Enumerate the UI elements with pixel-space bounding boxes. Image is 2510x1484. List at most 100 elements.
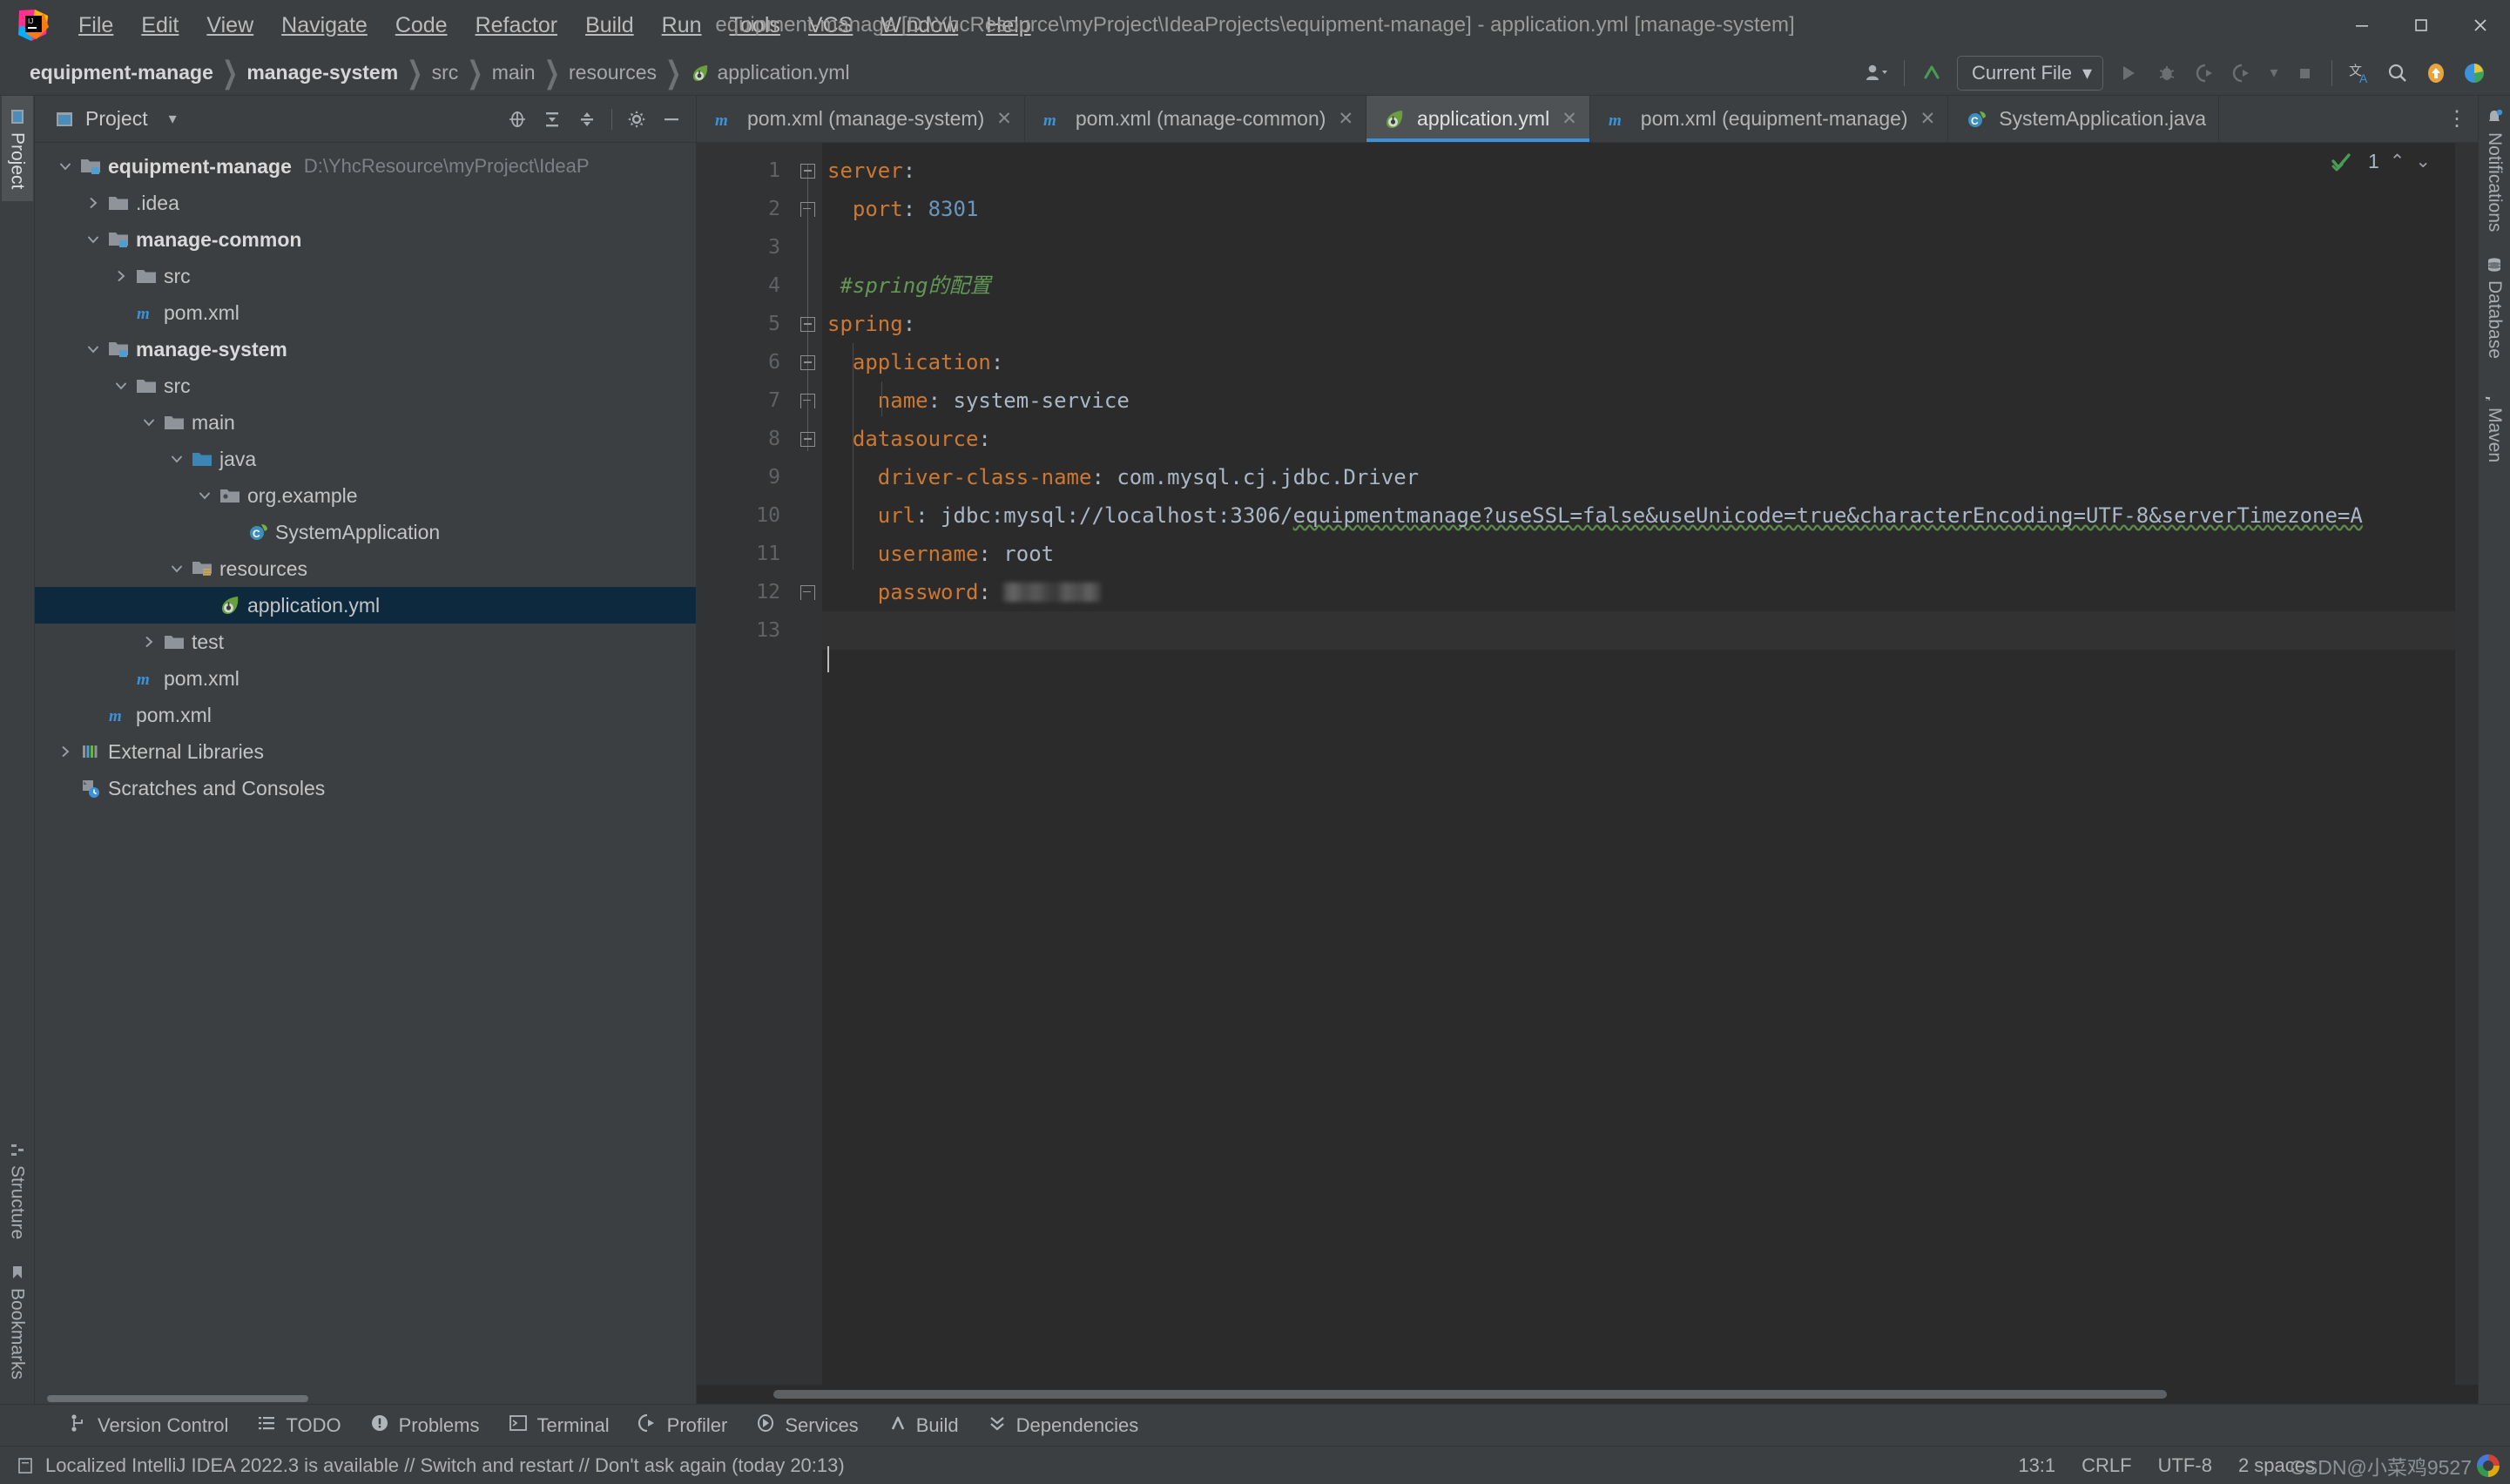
tool-window-button[interactable]: Version Control xyxy=(54,1408,242,1443)
maximize-button[interactable] xyxy=(2392,0,2451,51)
collapse-all-icon[interactable] xyxy=(571,104,603,135)
chevron-right-icon[interactable] xyxy=(110,268,132,284)
code-line[interactable]: application: xyxy=(822,343,2455,381)
tree-row[interactable]: External Libraries xyxy=(35,733,696,770)
tool-window-button[interactable]: Services xyxy=(741,1408,872,1443)
user-account-icon[interactable] xyxy=(1859,55,1895,91)
translate-icon[interactable]: 文 A xyxy=(2341,55,2378,91)
code-line[interactable]: datasource: xyxy=(822,420,2455,458)
breadcrumb-item-manage-system[interactable]: manage-system xyxy=(240,58,405,87)
tab-close-icon[interactable]: ✕ xyxy=(1558,108,1577,130)
locate-icon[interactable] xyxy=(502,104,533,135)
tree-row[interactable]: m pom.xml xyxy=(35,294,696,331)
code-line[interactable]: spring: xyxy=(822,305,2455,343)
menu-refactor[interactable]: Refactor xyxy=(462,8,571,44)
code-line[interactable]: name: system-service xyxy=(822,381,2455,420)
editor-tab[interactable]: m pom.xml (manage-common) ✕ xyxy=(1025,96,1367,142)
menu-run[interactable]: Run xyxy=(648,8,716,44)
fold-marker-icon[interactable] xyxy=(793,343,822,381)
line-separator[interactable]: CRLF xyxy=(2082,1454,2131,1477)
project-tree-horizontal-scrollbar[interactable] xyxy=(47,1395,308,1402)
indent-setting[interactable]: 2 spaces xyxy=(2238,1454,2315,1477)
fold-marker-icon[interactable] xyxy=(793,190,822,228)
profile-dropdown-icon[interactable]: ▾ xyxy=(2264,55,2284,91)
breadcrumb-item-equipment-manage[interactable]: equipment-manage xyxy=(23,58,220,87)
breadcrumb-item-resources[interactable]: resources xyxy=(562,58,664,87)
chevron-right-icon[interactable] xyxy=(54,744,77,759)
tree-row[interactable]: test xyxy=(35,624,696,660)
update-project-icon[interactable] xyxy=(1913,55,1950,91)
chevron-down-icon[interactable] xyxy=(138,415,160,430)
update-available-icon[interactable] xyxy=(2418,55,2454,91)
project-panel-title[interactable]: Project ▾ xyxy=(54,107,177,131)
run-icon[interactable] xyxy=(2110,55,2147,91)
tool-window-button[interactable]: Terminal xyxy=(494,1408,624,1443)
tree-row[interactable]: application.yml xyxy=(35,587,696,624)
tree-row[interactable]: Scratches and Consoles xyxy=(35,770,696,806)
chevron-down-icon[interactable] xyxy=(165,561,188,577)
tool-window-button[interactable]: Problems xyxy=(355,1408,494,1443)
editor-tab[interactable]: m pom.xml (manage-system) ✕ xyxy=(697,96,1025,142)
tree-row[interactable]: m pom.xml xyxy=(35,660,696,697)
sidebar-item-structure[interactable]: Structure xyxy=(2,1129,33,1251)
tree-row[interactable]: main xyxy=(35,404,696,441)
gear-icon[interactable] xyxy=(621,104,652,135)
run-configuration-selector[interactable]: Current File ▾ xyxy=(1957,55,2103,91)
tree-row[interactable]: m pom.xml xyxy=(35,697,696,733)
tab-close-icon[interactable]: ✕ xyxy=(993,108,1012,130)
tree-row[interactable]: equipment-manage D:\YhcResource\myProject… xyxy=(35,148,696,185)
menu-vcs[interactable]: VCS xyxy=(794,8,867,44)
breadcrumb-item-src[interactable]: src xyxy=(425,58,466,87)
fold-marker-icon[interactable] xyxy=(793,305,822,343)
caret-position[interactable]: 13:1 xyxy=(2018,1454,2055,1477)
chevron-down-icon[interactable] xyxy=(193,488,216,503)
code-line[interactable]: driver-class-name: com.mysql.cj.jdbc.Dri… xyxy=(822,458,2455,496)
chevron-down-icon[interactable] xyxy=(54,159,77,174)
chevron-down-icon[interactable]: ▾ xyxy=(159,110,177,128)
tool-window-button[interactable]: Profiler xyxy=(624,1408,742,1443)
minimize-button[interactable] xyxy=(2332,0,2392,51)
tree-row[interactable]: src xyxy=(35,368,696,404)
tree-row[interactable]: C SystemApplication xyxy=(35,514,696,550)
next-problem-button[interactable]: ⌄ xyxy=(2415,151,2431,172)
tab-close-icon[interactable]: ✕ xyxy=(1334,108,1353,130)
sidebar-item-notifications[interactable]: Notifications xyxy=(2479,96,2510,244)
main-menu[interactable]: File Edit View Navigate Code Refactor Bu… xyxy=(64,8,1045,44)
expand-all-icon[interactable] xyxy=(536,104,568,135)
sidebar-item-database[interactable]: Database xyxy=(2479,244,2510,371)
profile-icon[interactable] xyxy=(2225,55,2262,91)
tree-row[interactable]: src xyxy=(35,258,696,294)
sidebar-item-bookmarks[interactable]: Bookmarks xyxy=(2,1251,33,1392)
run-coverage-icon[interactable] xyxy=(2187,55,2223,91)
fold-marker-icon[interactable] xyxy=(793,420,822,458)
tab-close-icon[interactable]: ✕ xyxy=(1917,108,1936,130)
editor-tab[interactable]: C SystemApplication.java xyxy=(1948,96,2219,142)
menu-build[interactable]: Build xyxy=(571,8,648,44)
code-line[interactable]: password: xyxy=(822,573,2455,611)
chevron-down-icon[interactable] xyxy=(82,341,105,357)
menu-tools[interactable]: Tools xyxy=(716,8,794,44)
chevron-down-icon[interactable] xyxy=(82,232,105,247)
search-everywhere-icon[interactable] xyxy=(2379,55,2416,91)
code-folding-gutter[interactable] xyxy=(793,143,822,1385)
chevron-down-icon[interactable] xyxy=(110,378,132,394)
menu-view[interactable]: View xyxy=(192,8,267,44)
tree-row[interactable]: manage-system xyxy=(35,331,696,368)
file-encoding[interactable]: UTF-8 xyxy=(2158,1454,2212,1477)
close-button[interactable] xyxy=(2451,0,2510,51)
inspection-widget[interactable]: 1 ⌃ ⌄ xyxy=(2331,150,2431,173)
editor-tabs-options-icon[interactable]: ⋮ xyxy=(2436,96,2478,142)
tool-window-button[interactable]: TODO xyxy=(242,1408,354,1443)
code-line[interactable]: server: xyxy=(822,152,2455,190)
tree-row[interactable]: .idea xyxy=(35,185,696,221)
menu-help[interactable]: Help xyxy=(972,8,1044,44)
editor-marker-bar[interactable] xyxy=(2455,143,2478,1385)
code-line[interactable] xyxy=(822,228,2455,266)
breadcrumb-item-application-yml[interactable]: application.yml xyxy=(683,58,856,87)
hide-panel-icon[interactable] xyxy=(656,104,687,135)
chevron-right-icon[interactable] xyxy=(138,634,160,650)
tool-window-button[interactable]: Build xyxy=(873,1408,973,1443)
code-line[interactable] xyxy=(822,611,2455,650)
menu-window[interactable]: Window xyxy=(867,8,972,44)
code-line[interactable]: username: root xyxy=(822,535,2455,573)
